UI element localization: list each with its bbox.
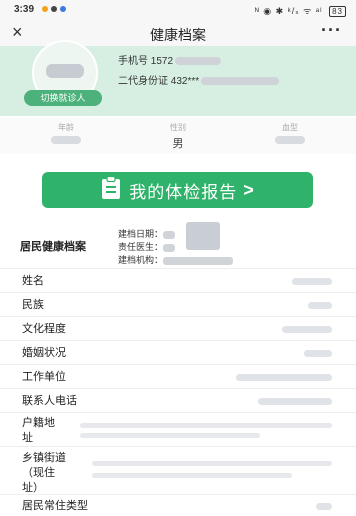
- record-org: 建档机构：: [118, 253, 234, 266]
- row-current-address[interactable]: 乡镇街道 （现住 址）: [0, 446, 356, 494]
- health-record-header: 居民健康档案 建档日期： 责任医生： 建档机构：: [0, 222, 356, 268]
- record-date: 建档日期：: [118, 227, 176, 240]
- gender-value: 男: [172, 138, 184, 150]
- record-detail-list: 姓名 民族 文化程度 婚姻状况 工作单位 联系人电话 户籍地址 乡镇街道 （现住址…: [0, 268, 356, 514]
- record-org-label: 建档机构：: [118, 255, 164, 265]
- message-dot-icon: [51, 6, 57, 12]
- battery-icon: 83: [329, 6, 346, 17]
- notification-dot-icon: [42, 6, 48, 12]
- row-value-redacted: [282, 326, 332, 333]
- row-ethnicity[interactable]: 民族: [0, 292, 356, 316]
- phone-row: 手机号 1572: [118, 52, 222, 67]
- id-redacted: [201, 77, 280, 86]
- age-label: 年龄: [58, 123, 74, 132]
- id-row: 二代身份证 432***: [118, 72, 280, 87]
- phone-label: 手机号: [118, 56, 148, 67]
- avatar-name-redacted: [46, 64, 84, 78]
- row-marital-status[interactable]: 婚姻状况: [0, 340, 356, 364]
- row-label: 婚姻状况: [22, 347, 66, 359]
- stat-blood-type: 血型: [250, 122, 330, 148]
- row-label: 居民常住类型: [22, 500, 88, 512]
- record-redacted: [186, 222, 220, 250]
- id-value: 432***: [170, 76, 200, 87]
- row-contact-phone[interactable]: 联系人电话: [0, 388, 356, 412]
- more-icon[interactable]: ···: [321, 20, 342, 41]
- row-label: 文化程度: [22, 323, 66, 335]
- app-dot-icon: [60, 6, 66, 12]
- record-heading: 居民健康档案: [20, 241, 86, 253]
- blood-redacted: [275, 136, 305, 144]
- row-value-redacted: [80, 433, 260, 438]
- notification-icons: [42, 6, 66, 12]
- stat-age: 年龄: [26, 122, 106, 148]
- row-value-redacted: [316, 503, 332, 510]
- system-indicators: ᴺ ◉ ✱ ᵏ/ₛ ᯤ ᵃˡ 83: [255, 4, 346, 17]
- clipboard-icon: [101, 175, 121, 205]
- row-label: 联系人电话: [22, 395, 77, 407]
- chevron-right-icon: >: [243, 179, 254, 200]
- id-label: 二代身份证: [118, 76, 168, 87]
- status-time: 3:39: [14, 4, 35, 15]
- age-redacted: [51, 136, 81, 144]
- row-value-redacted: [258, 398, 332, 405]
- blood-label: 血型: [282, 123, 298, 132]
- phone-redacted: [175, 57, 222, 66]
- row-value-redacted: [304, 350, 332, 357]
- my-report-button[interactable]: 我的体检报告 >: [42, 172, 313, 208]
- signal-wifi-icons: ᴺ ◉ ✱ ᵏ/ₛ ᯤ ᵃˡ: [254, 6, 323, 16]
- stat-gender: 性别 男: [138, 122, 218, 150]
- record-date-label: 建档日期：: [118, 229, 164, 239]
- gender-label: 性别: [170, 123, 186, 132]
- switch-patient-button[interactable]: 切换就诊人: [24, 90, 102, 106]
- row-education[interactable]: 文化程度: [0, 316, 356, 340]
- row-label: 民族: [22, 299, 44, 311]
- record-doctor-label: 责任医生：: [118, 242, 164, 252]
- record-doctor: 责任医生：: [118, 240, 176, 253]
- report-button-label: 我的体检报告: [129, 182, 238, 202]
- row-workplace[interactable]: 工作单位: [0, 364, 356, 388]
- row-label: 乡镇街道 （现住 址）: [22, 452, 66, 494]
- row-label: 工作单位: [22, 371, 66, 383]
- row-value-redacted: [308, 302, 332, 309]
- row-name[interactable]: 姓名: [0, 268, 356, 292]
- row-value-redacted: [236, 374, 332, 381]
- row-registered-address[interactable]: 户籍地址: [0, 412, 356, 446]
- row-residence-type[interactable]: 居民常住类型: [0, 494, 356, 514]
- profile-card: 切换就诊人 手机号 1572 二代身份证 432***: [0, 40, 356, 116]
- row-value-redacted: [92, 473, 292, 478]
- row-label: 姓名: [22, 275, 44, 287]
- status-bar: 3:39 ᴺ ◉ ✱ ᵏ/ₛ ᯤ ᵃˡ 83: [0, 0, 356, 20]
- row-value-redacted: [92, 461, 332, 466]
- phone-value: 1572: [150, 56, 174, 67]
- row-value-redacted: [80, 423, 332, 428]
- row-label: 户籍地址: [22, 417, 55, 444]
- basic-stats: 年龄 性别 男 血型: [0, 118, 356, 154]
- row-value-redacted: [292, 278, 332, 285]
